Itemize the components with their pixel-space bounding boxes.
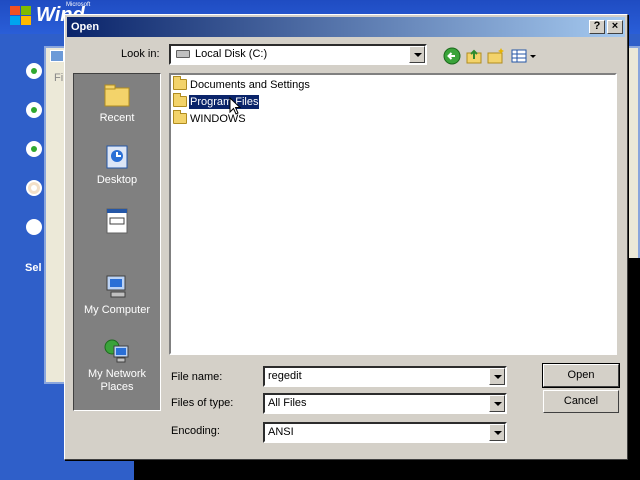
places-bar: Recent Desktop My Computer My Network Pl… bbox=[73, 73, 161, 411]
setup-step-2-done-icon bbox=[26, 102, 42, 118]
chevron-down-icon[interactable] bbox=[489, 424, 505, 441]
inner-window-icon bbox=[50, 50, 64, 62]
files-of-type-dropdown[interactable]: All Files bbox=[263, 393, 507, 414]
setup-step-3-done-icon bbox=[26, 141, 42, 157]
place-recent-label: Recent bbox=[99, 112, 135, 124]
file-item-name: Program Files bbox=[187, 94, 261, 110]
drive-icon bbox=[176, 50, 190, 58]
desktop-icon bbox=[106, 145, 128, 169]
place-my-computer-label: My Computer bbox=[83, 304, 151, 316]
document-icon bbox=[106, 208, 128, 234]
place-my-computer[interactable]: My Computer bbox=[74, 274, 160, 317]
file-name-input[interactable]: regedit bbox=[263, 366, 507, 387]
dialog-title-bar[interactable]: Open ? × bbox=[67, 17, 625, 37]
close-button[interactable]: × bbox=[607, 20, 623, 34]
computer-icon bbox=[106, 275, 126, 298]
new-folder-icon[interactable] bbox=[487, 47, 505, 65]
help-button[interactable]: ? bbox=[589, 20, 605, 34]
setup-step-5-todo-icon bbox=[26, 219, 42, 235]
chevron-down-icon[interactable] bbox=[489, 395, 505, 412]
file-list[interactable]: Documents and Settings Program Files WIN… bbox=[169, 73, 617, 355]
file-name-value: regedit bbox=[268, 370, 302, 382]
network-places-icon bbox=[104, 339, 129, 363]
file-item-name: Documents and Settings bbox=[190, 79, 310, 91]
back-arrow-icon[interactable] bbox=[443, 47, 461, 65]
chevron-down-icon[interactable] bbox=[489, 368, 505, 385]
inner-field-label: Fi bbox=[54, 72, 64, 84]
place-my-network[interactable]: My Network Places bbox=[74, 338, 160, 394]
mouse-cursor-icon bbox=[229, 97, 241, 115]
logo-microsoft-label: Microsoft bbox=[66, 2, 91, 8]
setup-step-4-current-icon bbox=[26, 180, 42, 196]
look-in-value: Local Disk (C:) bbox=[195, 48, 268, 60]
recent-folder-icon bbox=[104, 84, 130, 107]
up-folder-icon[interactable] bbox=[465, 47, 483, 65]
encoding-value: ANSI bbox=[268, 426, 294, 438]
encoding-dropdown[interactable]: ANSI bbox=[263, 422, 507, 443]
folder-icon bbox=[173, 93, 187, 107]
open-button[interactable]: Open bbox=[542, 363, 620, 388]
folder-icon bbox=[173, 76, 187, 90]
place-desktop[interactable]: Desktop bbox=[74, 144, 160, 187]
chevron-down-icon[interactable] bbox=[409, 46, 425, 63]
files-of-type-label: Files of type: bbox=[171, 397, 234, 409]
place-documents[interactable] bbox=[74, 208, 160, 238]
place-my-network-label: My Network Places bbox=[87, 368, 147, 393]
encoding-label: Encoding: bbox=[171, 425, 220, 437]
look-in-label: Look in: bbox=[121, 48, 160, 60]
folder-icon bbox=[173, 110, 187, 124]
setup-step-1-done-icon bbox=[26, 63, 42, 79]
screen-black-right bbox=[626, 258, 640, 480]
place-recent[interactable]: Recent bbox=[74, 82, 160, 125]
files-of-type-value: All Files bbox=[268, 397, 307, 409]
place-desktop-label: Desktop bbox=[96, 174, 138, 186]
view-menu-icon[interactable] bbox=[511, 47, 537, 65]
screen-black-strip bbox=[134, 460, 640, 480]
file-name-label: File name: bbox=[171, 371, 223, 383]
cancel-button[interactable]: Cancel bbox=[543, 390, 619, 413]
dialog-title: Open bbox=[71, 21, 100, 33]
look-in-dropdown[interactable]: Local Disk (C:) bbox=[169, 44, 427, 65]
windows-flag-icon bbox=[10, 6, 32, 26]
open-dialog: Open ? × Look in: Local Disk (C:) Recent bbox=[64, 14, 628, 460]
